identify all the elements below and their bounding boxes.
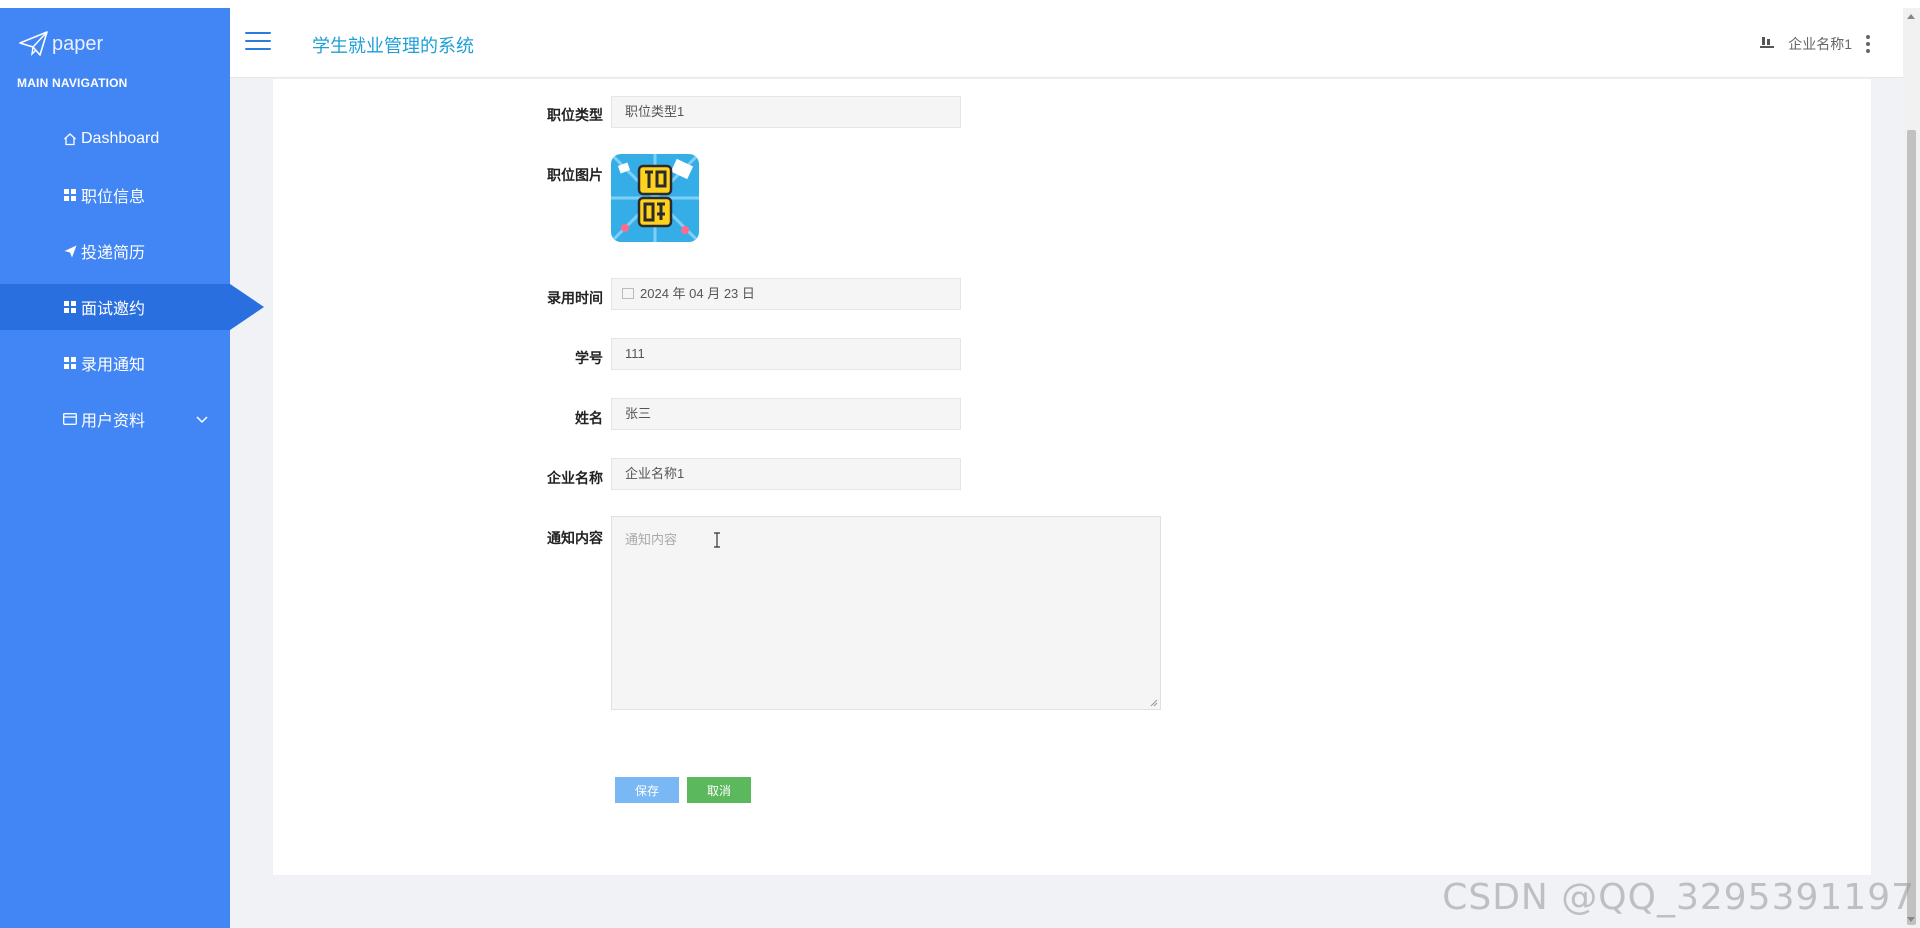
watermark: CSDN @QQ_3295391197 xyxy=(1442,877,1915,918)
sidebar-item-offer[interactable]: 录用通知 xyxy=(0,340,230,386)
recruit-image xyxy=(611,154,699,242)
cancel-button[interactable]: 取消 xyxy=(687,777,751,803)
calendar-icon xyxy=(622,288,634,300)
sidebar-item-label: 录用通知 xyxy=(81,357,146,374)
sidebar: paper MAIN NAVIGATION Dashboard 职位信息 投递简… xyxy=(0,8,264,928)
more-options-icon[interactable] xyxy=(1866,35,1870,53)
text-cursor-icon xyxy=(714,532,720,548)
scroll-up-icon[interactable] xyxy=(1907,14,1915,19)
scrollbar[interactable] xyxy=(1903,8,1920,928)
logo[interactable]: paper xyxy=(18,24,103,64)
grid-icon xyxy=(63,356,77,370)
scroll-thumb[interactable] xyxy=(1907,130,1916,925)
sidebar-item-interview[interactable]: 面试邀约 xyxy=(0,284,264,330)
name-label: 姓名 xyxy=(575,410,603,426)
user-icon xyxy=(1760,36,1775,53)
send-icon xyxy=(63,244,77,258)
grid-icon xyxy=(63,300,77,314)
home-icon xyxy=(63,132,77,146)
student-no-field[interactable]: 111 xyxy=(611,338,961,370)
form-card: 职位类型 职位类型1 职位图片 录用时间 2024 年 04 月 23 日 学号… xyxy=(272,78,1872,876)
hire-time-value: 2024 年 04 月 23 日 xyxy=(640,286,755,301)
user-menu[interactable]: 企业名称1 xyxy=(1760,34,1870,54)
sidebar-item-resume[interactable]: 投递简历 xyxy=(0,228,230,274)
sidebar-item-profile[interactable]: 用户资料 xyxy=(0,396,230,442)
top-strip xyxy=(0,0,1920,8)
sidebar-item-job-info[interactable]: 职位信息 xyxy=(0,172,230,218)
company-label: 企业名称 xyxy=(547,470,603,486)
menu-toggle-icon[interactable] xyxy=(245,32,271,54)
chevron-down-icon xyxy=(196,411,208,429)
company-field[interactable]: 企业名称1 xyxy=(611,458,961,490)
job-type-label: 职位类型 xyxy=(547,107,603,123)
top-header: 学生就业管理的系统 企业名称1 xyxy=(230,8,1920,78)
grid-icon xyxy=(63,188,77,202)
name-field[interactable]: 张三 xyxy=(611,398,961,430)
job-type-field[interactable]: 职位类型1 xyxy=(611,96,961,128)
nav-header: MAIN NAVIGATION xyxy=(17,76,128,90)
save-button[interactable]: 保存 xyxy=(615,777,679,803)
sidebar-item-label: 职位信息 xyxy=(81,189,146,206)
sidebar-item-dashboard[interactable]: Dashboard xyxy=(0,116,230,162)
notice-textarea[interactable]: 通知内容 xyxy=(611,516,1161,710)
sidebar-item-label: Dashboard xyxy=(81,130,160,147)
job-image-label: 职位图片 xyxy=(547,167,603,183)
job-image[interactable] xyxy=(611,154,699,242)
card-icon xyxy=(63,412,77,426)
sidebar-item-label: 面试邀约 xyxy=(81,301,146,318)
sidebar-item-label: 投递简历 xyxy=(81,245,146,262)
hire-time-field[interactable]: 2024 年 04 月 23 日 xyxy=(611,278,961,310)
paper-plane-icon xyxy=(19,31,48,56)
user-name: 企业名称1 xyxy=(1788,36,1852,52)
notice-label: 通知内容 xyxy=(547,530,603,546)
hire-time-label: 录用时间 xyxy=(547,290,603,306)
student-no-label: 学号 xyxy=(575,350,603,366)
sidebar-item-label: 用户资料 xyxy=(81,413,146,430)
system-title: 学生就业管理的系统 xyxy=(312,36,474,56)
logo-text: paper xyxy=(52,32,104,55)
notice-placeholder: 通知内容 xyxy=(625,532,678,547)
resize-handle-icon[interactable] xyxy=(1150,699,1158,707)
